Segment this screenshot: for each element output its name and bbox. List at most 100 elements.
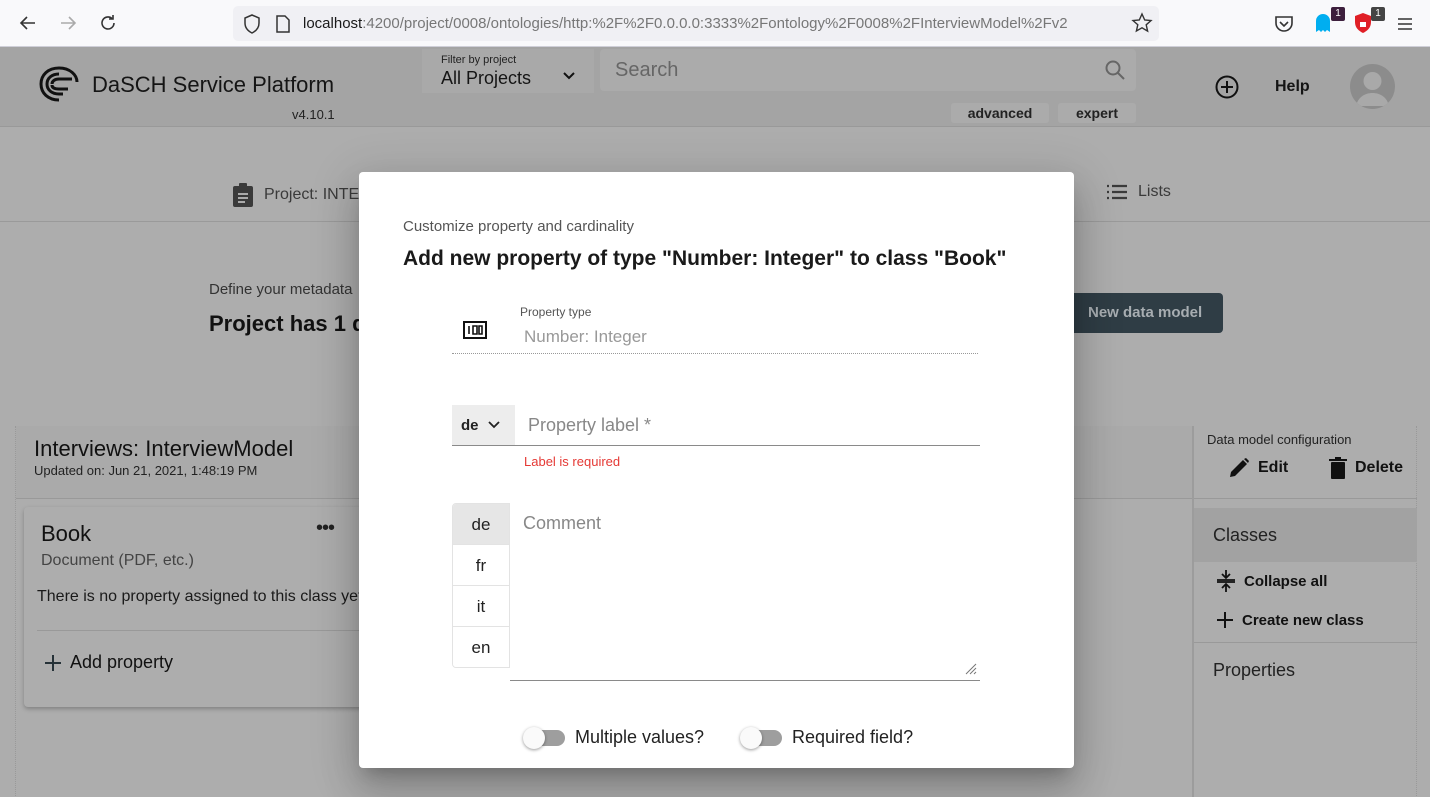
app-title[interactable]: DaSCH Service Platform	[92, 72, 334, 98]
tab-lists-label: Lists	[1138, 183, 1171, 200]
chevron-down-icon	[563, 72, 575, 80]
url-text[interactable]: localhost:4200/project/0008/ontologies/h…	[303, 15, 1123, 32]
arrow-left-icon	[19, 16, 35, 30]
comment-language-tabs: de fr it en	[452, 503, 510, 668]
advanced-search-button[interactable]: advanced	[951, 103, 1049, 123]
class-type: Document (PDF, etc.)	[41, 552, 194, 569]
ublock-badge: 1	[1371, 7, 1385, 21]
create-new-class-button[interactable]: Create new class	[1216, 611, 1364, 629]
divider	[37, 630, 384, 631]
comment-underline	[510, 680, 980, 681]
property-label-underline	[452, 445, 980, 446]
list-icon	[1107, 184, 1127, 200]
properties-header[interactable]: Properties	[1213, 660, 1295, 681]
add-circle-icon[interactable]	[1214, 74, 1240, 100]
app-header: DaSCH Service Platform v4.10.1 Filter by…	[0, 47, 1430, 127]
edit-button[interactable]: Edit	[1228, 457, 1288, 479]
config-header: Data model configuration Edit Delete	[1194, 426, 1417, 499]
comment-lang-en[interactable]: en	[453, 627, 509, 667]
ublock-extension-button[interactable]: 1	[1353, 7, 1385, 36]
project-filter-select[interactable]: Filter by project All Projects	[422, 49, 594, 93]
comment-textarea[interactable]	[510, 503, 980, 681]
edit-label: Edit	[1258, 459, 1289, 476]
toggle-thumb	[523, 726, 545, 749]
property-type-underline	[452, 353, 978, 354]
url-host: localhost	[303, 15, 363, 32]
collapse-all-label: Collapse all	[1244, 572, 1328, 590]
collapse-icon	[1217, 570, 1235, 592]
toggle-track	[740, 726, 782, 749]
class-card: Book ••• Document (PDF, etc.) There is n…	[24, 507, 384, 707]
required-field-toggle[interactable]: Required field?	[740, 726, 913, 749]
config-label: Data model configuration	[1207, 432, 1352, 447]
data-model-updated: Updated on: Jun 21, 2021, 1:48:19 PM	[34, 463, 258, 478]
comment-lang-it[interactable]: it	[453, 586, 509, 627]
dasch-logo-icon[interactable]	[38, 65, 80, 103]
browser-toolbar: localhost:4200/project/0008/ontologies/h…	[0, 0, 1430, 47]
label-error-message: Label is required	[524, 454, 621, 469]
label-language-select[interactable]: de	[452, 405, 515, 446]
plus-icon	[45, 654, 61, 671]
hamburger-menu-icon[interactable]	[1393, 12, 1417, 36]
app-version: v4.10.1	[292, 107, 335, 122]
help-link[interactable]: Help	[1275, 78, 1310, 96]
ghost-icon	[1316, 14, 1330, 32]
reload-button[interactable]	[97, 12, 119, 34]
property-type-label: Property type	[520, 305, 592, 319]
classes-header[interactable]: Classes	[1194, 508, 1417, 562]
filter-value: All Projects	[441, 68, 532, 88]
comment-lang-fr[interactable]: fr	[453, 545, 509, 586]
search-placeholder: Search	[615, 59, 679, 81]
user-avatar[interactable]	[1350, 64, 1395, 109]
expert-search-button[interactable]: expert	[1058, 103, 1136, 123]
arrow-right-icon	[61, 16, 77, 30]
more-options-icon[interactable]: •••	[316, 517, 335, 540]
property-type-value: Number: Integer	[524, 327, 647, 346]
pencil-icon	[1230, 458, 1249, 477]
plus-icon	[1217, 612, 1233, 628]
page-icon	[276, 15, 290, 33]
label-language-value: de	[461, 417, 479, 434]
tab-lists[interactable]: Lists	[1106, 183, 1171, 201]
search-field[interactable]: Search	[600, 49, 1136, 91]
search-icon[interactable]	[1104, 59, 1126, 81]
user-icon	[1356, 72, 1389, 106]
bookmark-star-icon[interactable]	[1131, 12, 1153, 34]
tab-project[interactable]: Project: INTE	[232, 183, 359, 207]
chevron-down-icon	[488, 421, 500, 429]
ghostery-badge: 1	[1331, 7, 1345, 21]
resize-grip-icon[interactable]	[963, 661, 977, 675]
reload-icon	[101, 15, 115, 30]
multiple-values-label: Multiple values?	[575, 727, 705, 747]
delete-button[interactable]: Delete	[1329, 457, 1403, 479]
comment-lang-de[interactable]: de	[453, 504, 509, 545]
add-property-label: Add property	[70, 652, 174, 672]
forward-button[interactable]	[57, 12, 79, 34]
add-property-button[interactable]: Add property	[44, 652, 173, 673]
collapse-all-button[interactable]: Collapse all	[1216, 569, 1327, 593]
clipboard-icon	[233, 183, 253, 207]
delete-label: Delete	[1355, 459, 1404, 476]
data-model-title: Interviews: InterviewModel	[34, 436, 294, 461]
property-label-input[interactable]	[515, 405, 980, 446]
class-name: Book	[41, 521, 92, 546]
toggle-thumb	[740, 726, 762, 749]
address-bar[interactable]: localhost:4200/project/0008/ontologies/h…	[233, 6, 1159, 41]
dialog-subtitle: Customize property and cardinality	[403, 218, 634, 235]
pocket-icon[interactable]	[1272, 12, 1296, 36]
url-path: :4200/project/0008/ontologies/http:%2F%2…	[362, 15, 1068, 32]
back-button[interactable]	[17, 12, 39, 34]
ghostery-extension-button[interactable]: 1	[1313, 7, 1345, 36]
dialog-title: Add new property of type "Number: Intege…	[403, 247, 1007, 270]
filter-label: Filter by project	[441, 54, 517, 66]
create-class-label: Create new class	[1242, 611, 1364, 629]
project-data-model-count: Project has 1 d	[209, 311, 366, 336]
define-metadata-text: Define your metadata	[209, 281, 353, 298]
data-model-config-panel: Data model configuration Edit Delete Cla…	[1192, 426, 1417, 797]
class-empty-text: There is no property assigned to this cl…	[37, 588, 367, 605]
toggle-track	[523, 726, 565, 749]
integer-type-icon	[463, 321, 487, 339]
multiple-values-toggle[interactable]: Multiple values?	[523, 726, 705, 749]
add-property-dialog: Customize property and cardinality Add n…	[359, 172, 1074, 768]
trash-icon	[1329, 457, 1347, 479]
